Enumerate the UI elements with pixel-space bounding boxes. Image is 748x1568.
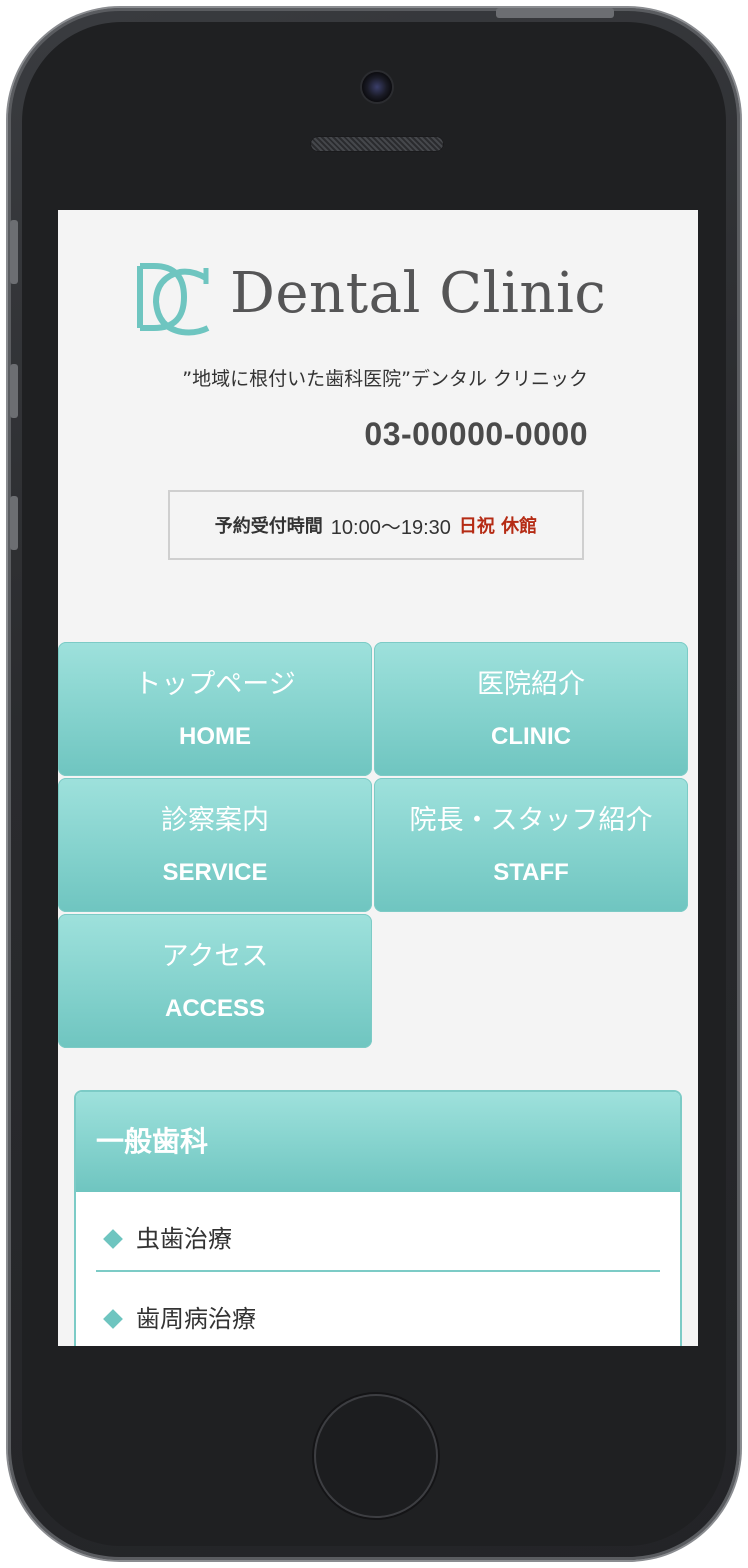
site-logo[interactable]: Dental Clinic [132,258,612,344]
screen: Dental Clinic ”地域に根付いた歯科医院”デンタル クリニック 03… [58,210,698,1346]
power-button [496,8,614,18]
home-button-icon[interactable] [314,1394,438,1518]
hours-time: 10:00〜19:30 [330,516,451,539]
panel-title: 一般歯科 [96,1125,209,1158]
nav-label-en: SERVICE [162,859,268,886]
list-item-label: 虫歯治療 [136,1225,232,1253]
nav-staff-button[interactable]: 院長・スタッフ紹介 STAFF [374,778,688,912]
diamond-bullet-icon [103,1309,123,1329]
service-list: 虫歯治療 歯周病治療 [96,1192,660,1346]
nav-label-jp: 医院紹介 [477,669,585,700]
nav-label-en: HOME [179,723,251,750]
logo-text: Dental Clinic [230,261,607,326]
nav-label-en: ACCESS [164,995,266,1022]
list-item[interactable]: 歯周病治療 [96,1272,660,1346]
list-item-label: 歯周病治療 [136,1305,256,1333]
phone-number[interactable]: 03-00000-0000 [364,416,588,453]
nav-label-jp: 院長・スタッフ紹介 [409,805,653,836]
nav-access-button[interactable]: アクセス ACCESS [58,914,372,1048]
hours-label: 予約受付時間 [214,516,323,537]
tagline: ”地域に根付いた歯科医院”デンタル クリニック [182,368,588,390]
panel-header: 一般歯科 [76,1092,680,1192]
nav-label-jp: 診察案内 [161,805,269,836]
mute-switch [10,220,18,284]
speaker-grille-icon [310,136,444,152]
nav-home-button[interactable]: トップページ HOME [58,642,372,776]
dc-logo-icon [137,263,210,336]
nav-label-en: STAFF [493,859,569,886]
closed-days: 日祝 休館 [458,516,538,537]
nav-service-button[interactable]: 診察案内 SERVICE [58,778,372,912]
reservation-hours: 予約受付時間 10:00〜19:30 日祝 休館 [168,490,584,560]
diamond-bullet-icon [103,1229,123,1249]
list-item[interactable]: 虫歯治療 [96,1192,660,1272]
nav-label-jp: トップページ [134,669,296,700]
general-dentistry-panel: 一般歯科 虫歯治療 歯周病治療 [74,1090,682,1346]
nav-label-en: CLINIC [491,723,571,750]
volume-down-button [10,496,18,550]
nav-label-jp: アクセス [161,941,269,972]
front-camera-icon [362,72,392,102]
nav-clinic-button[interactable]: 医院紹介 CLINIC [374,642,688,776]
volume-up-button [10,364,18,418]
